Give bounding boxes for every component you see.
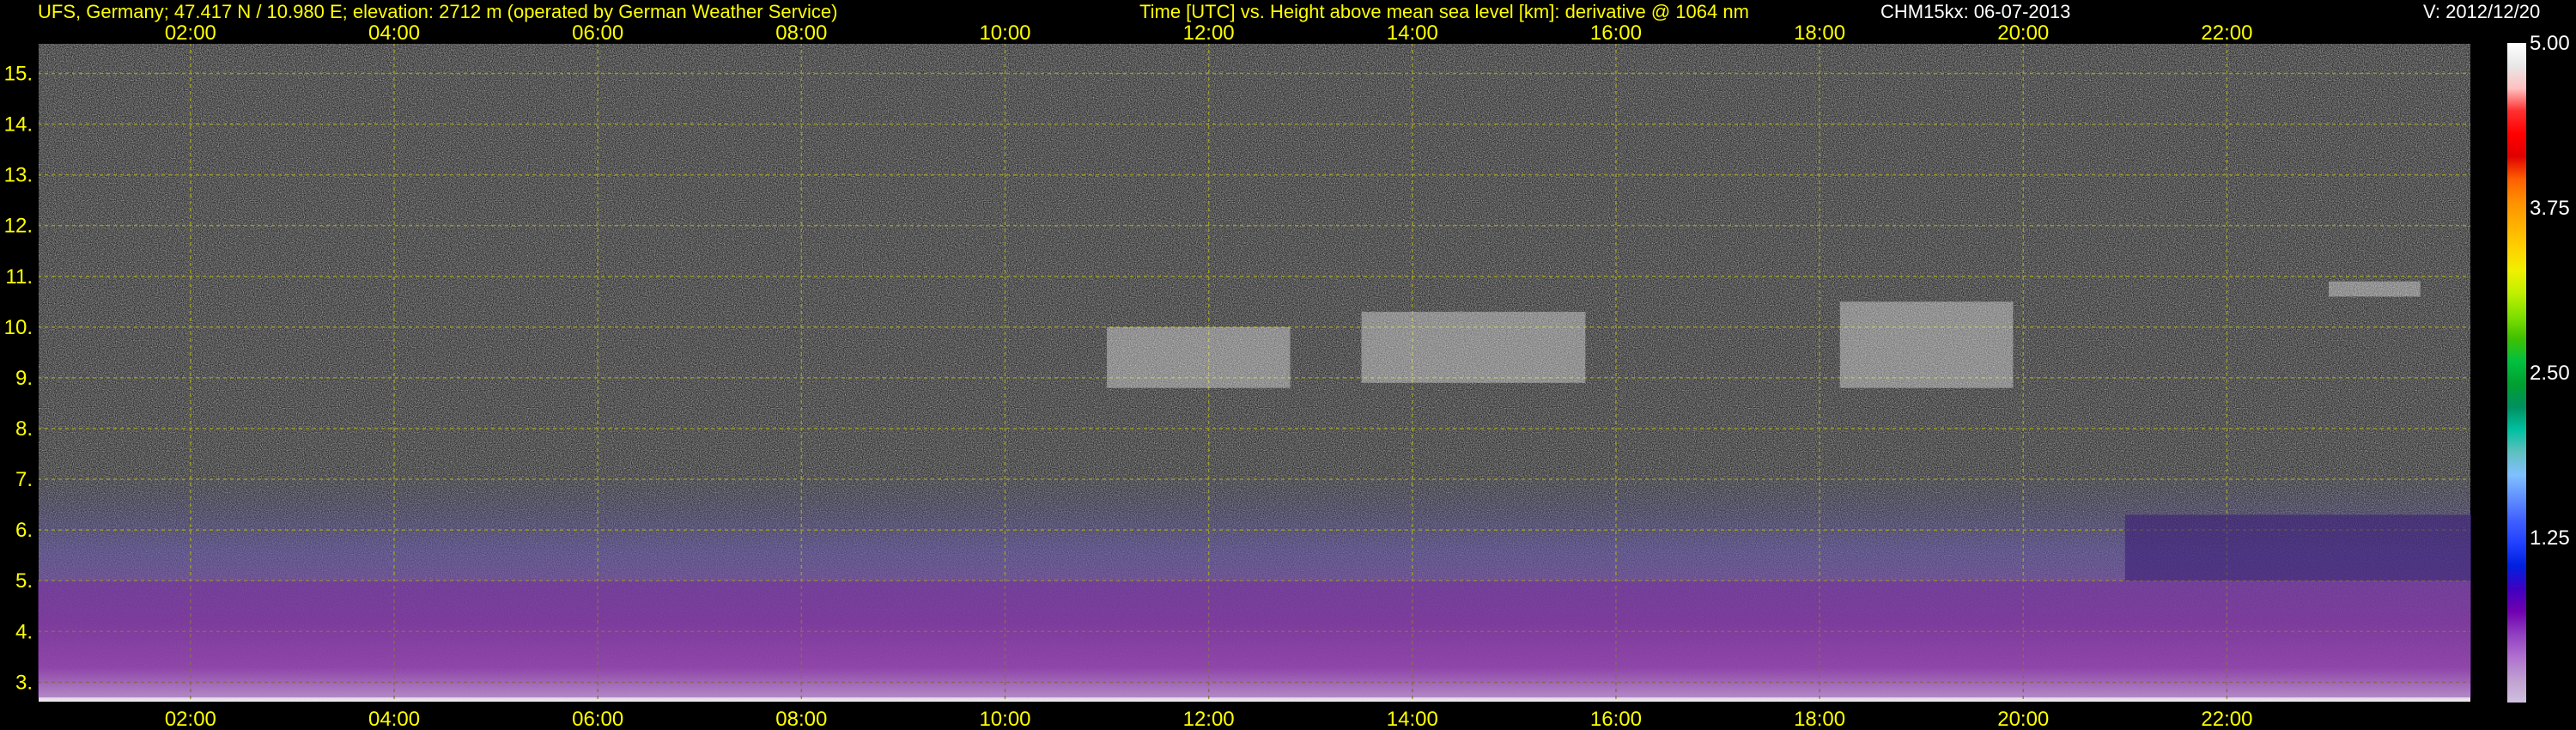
x-tick-bottom-7: 16:00 — [1590, 708, 1642, 730]
x-tick-bottom-6: 14:00 — [1387, 708, 1438, 730]
x-tick-top-6: 14:00 — [1387, 21, 1438, 45]
x-tick-top-9: 20:00 — [1997, 21, 2049, 45]
y-tick-9: 12. — [4, 215, 33, 238]
y-tick-3: 6. — [15, 519, 33, 542]
colorbar-tick-1: 3.75 — [2530, 197, 2570, 220]
x-tick-top-10: 22:00 — [2201, 21, 2252, 45]
y-tick-7: 10. — [4, 316, 33, 339]
colorbar-gradient — [2507, 43, 2526, 703]
x-tick-top-0: 02:00 — [165, 21, 216, 45]
colorbar-tick-2: 2.50 — [2530, 362, 2570, 385]
colorbar-tick-3: 1.25 — [2530, 526, 2570, 550]
x-tick-bottom-10: 22:00 — [2201, 708, 2252, 730]
feature-boundary-layer-aerosol-0 — [38, 581, 2471, 698]
feature-cirrus-cloud-1 — [1107, 326, 1291, 388]
feature-cirrus-cloud-3 — [1839, 301, 2014, 388]
ceilometer-heatmap: 02:00 04:00 06:00 08:00 10:00 12:00 14:00 16:00… — [4, 21, 2570, 730]
y-tick-12: 15. — [4, 62, 33, 85]
x-tick-bottom-4: 10:00 — [979, 708, 1030, 730]
colorbar-tick-0: 5.00 — [2530, 32, 2570, 55]
y-tick-11: 14. — [4, 113, 33, 137]
y-tick-10: 13. — [4, 164, 33, 187]
x-tick-bottom-8: 18:00 — [1794, 708, 1845, 730]
x-tick-top-2: 06:00 — [572, 21, 623, 45]
x-tick-top-5: 12:00 — [1183, 21, 1235, 45]
y-tick-2: 5. — [15, 569, 33, 593]
y-tick-5: 8. — [15, 417, 33, 441]
x-tick-bottom-9: 20:00 — [1997, 708, 2049, 730]
x-tick-bottom-3: 08:00 — [775, 708, 827, 730]
x-tick-bottom-5: 12:00 — [1183, 708, 1235, 730]
feature-aerosol-layer-5 — [2124, 514, 2471, 581]
x-tick-top-4: 10:00 — [979, 21, 1030, 45]
y-tick-6: 9. — [15, 367, 33, 390]
x-tick-top-8: 18:00 — [1794, 21, 1845, 45]
y-ticks: 3. 4. 5. 6. 7. 8. 9. 10. 11. 12. 13. 14. 15. — [4, 62, 33, 694]
colorbar: 5.00 3.75 2.50 1.25 — [2507, 32, 2570, 703]
x-ticks-top: 02:00 04:00 06:00 08:00 10:00 12:00 14:00 16:00… — [165, 21, 2253, 45]
feature-cirrus-cloud-2 — [1361, 312, 1586, 383]
x-tick-bottom-0: 02:00 — [165, 708, 216, 730]
x-ticks-bottom: 02:00 04:00 06:00 08:00 10:00 12:00 14:00 16:00… — [165, 708, 2253, 730]
x-tick-bottom-1: 04:00 — [368, 708, 420, 730]
x-tick-top-3: 08:00 — [775, 21, 827, 45]
y-tick-0: 3. — [15, 671, 33, 694]
x-tick-top-1: 04:00 — [368, 21, 420, 45]
y-tick-4: 7. — [15, 468, 33, 491]
y-tick-8: 11. — [5, 265, 33, 289]
y-tick-1: 4. — [15, 620, 33, 643]
x-tick-bottom-2: 06:00 — [572, 708, 623, 730]
x-tick-top-7: 16:00 — [1590, 21, 1642, 45]
feature-cirrus-cloud-4 — [2328, 281, 2421, 297]
